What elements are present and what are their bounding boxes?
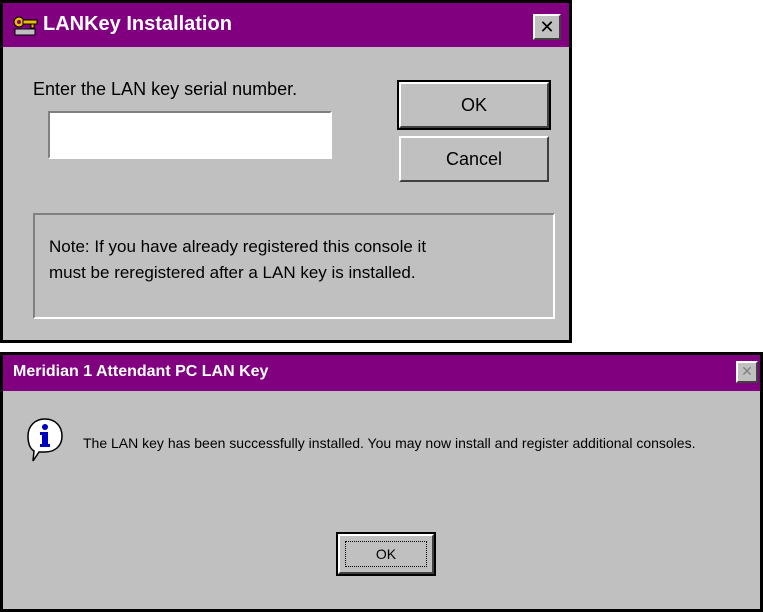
success-message: The LAN key has been successfully instal…	[83, 435, 696, 451]
close-button[interactable]: ✕	[736, 361, 758, 383]
serial-prompt-label: Enter the LAN key serial number.	[33, 79, 298, 99]
dialog-title: LANKey Installation	[43, 13, 232, 35]
focus-rectangle	[345, 541, 427, 567]
note-text-line-2: must be reregistered after a LAN key is …	[49, 263, 416, 282]
lan-key-confirmation-dialog: Meridian 1 Attendant PC LAN Key ✕ The LA…	[0, 352, 763, 612]
ok-button[interactable]: OK	[397, 80, 551, 130]
close-icon: ✕	[539, 16, 555, 38]
cancel-button-label: Cancel	[445, 148, 503, 169]
cancel-button[interactable]: Cancel	[399, 136, 549, 182]
close-button[interactable]: ✕	[533, 14, 561, 40]
key-icon	[11, 13, 39, 37]
note-text-line-1: Note: If you have already registered thi…	[49, 237, 427, 256]
note-panel: Note: If you have already registered thi…	[33, 213, 555, 319]
info-icon	[27, 418, 63, 462]
serial-number-input[interactable]	[48, 111, 332, 159]
ok-button[interactable]: OK	[336, 532, 436, 576]
title-bar: LANKey Installation ✕	[3, 3, 569, 47]
dialog-title: Meridian 1 Attendant PC LAN Key	[13, 363, 269, 380]
close-icon: ✕	[741, 364, 753, 380]
ok-button-label: OK	[460, 94, 487, 115]
title-bar: Meridian 1 Attendant PC LAN Key ✕	[3, 355, 760, 391]
lankey-installation-dialog: LANKey Installation ✕ Enter the LAN key …	[0, 0, 572, 343]
